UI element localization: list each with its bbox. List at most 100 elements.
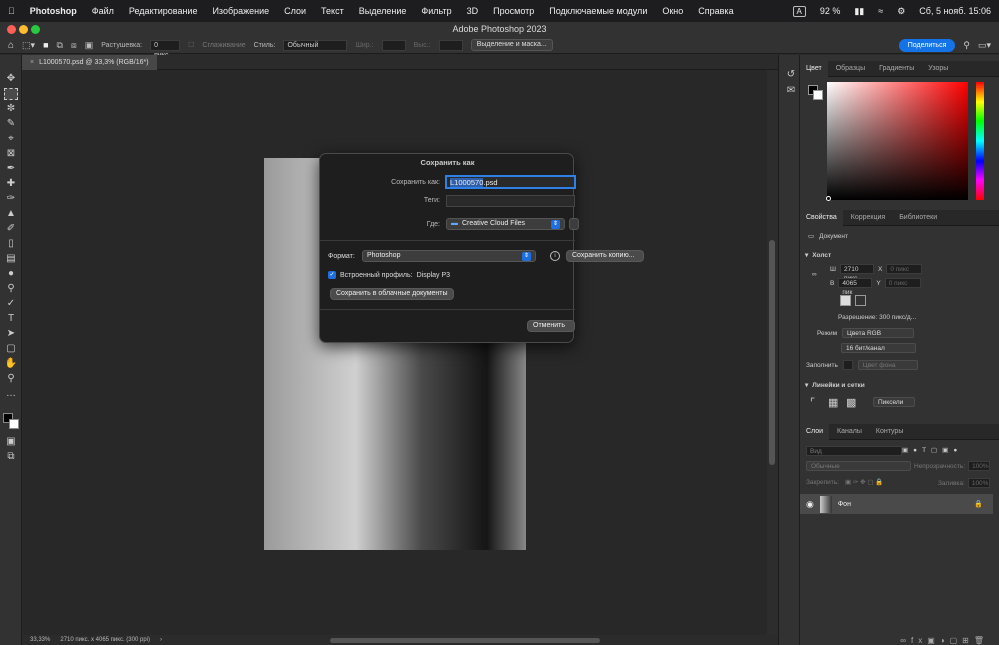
info-icon[interactable]: i [550, 251, 560, 261]
expand-button[interactable] [569, 218, 579, 230]
subtract-selection-icon[interactable]: ⧈ [71, 40, 77, 51]
feather-input[interactable]: 0 пикс. [150, 39, 181, 59]
y-field[interactable]: 0 пикс [884, 278, 921, 288]
portrait-orientation-icon[interactable] [840, 295, 851, 306]
menu-edit[interactable]: Редактирование [129, 6, 198, 16]
search-icon[interactable]: ⚲ [963, 40, 970, 51]
height-field[interactable]: 4065 пик [838, 278, 873, 296]
tab-color[interactable]: Цвет [800, 60, 828, 77]
more-tools-icon[interactable]: … [4, 388, 18, 400]
close-tab-icon[interactable]: × [30, 55, 34, 70]
lasso-tool-icon[interactable]: ✼ [4, 103, 18, 115]
fill-opacity-field[interactable]: 100% [967, 478, 990, 488]
canvas-section[interactable]: ▾ Холст [805, 251, 831, 260]
path-select-tool-icon[interactable]: ➤ [4, 328, 18, 340]
menu-window[interactable]: Окно [662, 6, 683, 16]
menu-app[interactable]: Photoshop [30, 6, 77, 16]
layer-filter-icons[interactable]: ▣●T▢▣● [902, 446, 962, 454]
hand-tool-icon[interactable]: ✋ [4, 358, 18, 370]
menu-3d[interactable]: 3D [467, 6, 479, 16]
zoom-window-icon[interactable] [31, 25, 40, 34]
tab-adjustments[interactable]: Коррекция [845, 210, 891, 226]
menu-file[interactable]: Файл [92, 6, 114, 16]
layer-row[interactable]: ◉ Фон 🔒 [800, 494, 993, 514]
units-select[interactable]: Пиксели [873, 397, 915, 407]
layer-actions-bar[interactable]: ∞fx▣◑▢⊞🗑 [800, 636, 999, 645]
stamp-tool-icon[interactable]: ▲ [4, 208, 18, 220]
opacity-field[interactable]: 100% [968, 461, 991, 471]
menu-select[interactable]: Выделение [359, 6, 407, 16]
rectangle-tool-icon[interactable]: ▢ [4, 343, 18, 355]
rulers-section[interactable]: ▾ Линейки и сетки [805, 381, 865, 390]
menu-text[interactable]: Текст [321, 6, 344, 16]
tab-gradients[interactable]: Градиенты [873, 61, 920, 77]
quick-select-tool-icon[interactable]: ✎ [4, 118, 18, 130]
layer-name[interactable]: Фон [838, 501, 851, 508]
control-center-icon[interactable]: ⚙ [897, 6, 905, 17]
ruler-icon[interactable]: ⌜ [810, 396, 815, 409]
history-panel-icon[interactable]: ↺ [784, 69, 798, 81]
tab-swatches[interactable]: Образцы [830, 61, 871, 77]
add-selection-icon[interactable]: ⧉ [57, 40, 63, 51]
save-copy-button[interactable]: Сохранить копию... [566, 250, 644, 262]
guides-icon[interactable]: ▩ [846, 396, 856, 409]
quick-mask-icon[interactable]: ▣ [4, 436, 18, 448]
close-window-icon[interactable] [7, 25, 16, 34]
smooth-checkbox[interactable]: ☐ [188, 41, 194, 49]
hue-slider[interactable] [976, 82, 984, 200]
bit-depth-select[interactable]: 16 бит/канал [841, 343, 916, 353]
home-icon[interactable]: ⌂ [8, 40, 14, 51]
menu-layers[interactable]: Слои [284, 6, 306, 16]
background-color-swatch[interactable] [9, 419, 19, 429]
blur-tool-icon[interactable]: ● [4, 268, 18, 280]
intersect-selection-icon[interactable]: ▣ [85, 40, 94, 51]
dodge-tool-icon[interactable]: ⚲ [4, 283, 18, 295]
frame-tool-icon[interactable]: ⊠ [4, 148, 18, 160]
horizontal-scroll-thumb[interactable] [330, 638, 600, 643]
color-picker-field[interactable] [827, 82, 968, 200]
background-swatch[interactable] [813, 90, 823, 100]
new-selection-icon[interactable]: ■ [43, 40, 48, 50]
battery-percent[interactable]: 92 % [820, 6, 841, 16]
tab-properties[interactable]: Свойства [800, 209, 843, 226]
eyedropper-tool-icon[interactable]: ✒ [4, 163, 18, 175]
profile-checkbox[interactable]: ✓ [328, 271, 336, 279]
apple-icon[interactable]:  [8, 6, 15, 16]
battery-icon[interactable]: ▮▮ [854, 6, 864, 17]
menu-filter[interactable]: Фильтр [421, 6, 451, 16]
doc-info[interactable]: 2710 пикс. x 4065 пикс. (300 ppi) [60, 637, 150, 643]
clock[interactable]: Сб, 5 нояб. 15:06 [919, 6, 991, 16]
brush-tool-icon[interactable]: ✑ [4, 193, 18, 205]
style-select[interactable]: Обычный [283, 39, 348, 51]
menu-help[interactable]: Справка [698, 6, 733, 16]
tab-paths[interactable]: Контуры [870, 424, 909, 440]
move-tool-icon[interactable]: ✥ [4, 73, 18, 85]
grid-icon[interactable]: ▦ [828, 396, 838, 409]
mode-select[interactable]: Цвета RGB [842, 328, 915, 338]
menu-image[interactable]: Изображение [212, 6, 269, 16]
wifi-icon[interactable]: ≈ [878, 6, 883, 16]
pen-tool-icon[interactable]: ✓ [4, 298, 18, 310]
tab-libraries[interactable]: Библиотеки [893, 210, 943, 226]
format-select[interactable]: Photoshop ⇕ [362, 250, 536, 262]
layer-filter-input[interactable]: Вид [806, 446, 902, 456]
workspace-icon[interactable]: ▭▾ [978, 40, 991, 51]
eye-icon[interactable]: ◉ [806, 499, 814, 510]
tab-layers[interactable]: Слои [800, 423, 830, 440]
height-input[interactable] [438, 39, 463, 51]
width-field[interactable]: 2710 пикс [839, 264, 874, 282]
eraser-tool-icon[interactable]: ▯ [4, 238, 18, 250]
comments-panel-icon[interactable]: ✉ [784, 85, 798, 97]
tab-patterns[interactable]: Узоры [922, 61, 954, 77]
fill-swatch[interactable] [842, 360, 853, 370]
width-input[interactable] [381, 39, 406, 51]
keyboard-layout[interactable]: A [792, 5, 806, 17]
type-tool-icon[interactable]: T [4, 313, 18, 325]
save-to-cloud-button[interactable]: Сохранить в облачные документы [330, 288, 454, 300]
vertical-scroll-thumb[interactable] [769, 240, 775, 465]
history-brush-tool-icon[interactable]: ✐ [4, 223, 18, 235]
marquee-preset-icon[interactable]: ⬚▾ [22, 40, 35, 51]
where-select[interactable]: ▬ Creative Cloud Files ⇕ [446, 218, 565, 230]
blend-mode-select[interactable]: Обычные [806, 461, 911, 471]
tab-channels[interactable]: Каналы [831, 424, 868, 440]
